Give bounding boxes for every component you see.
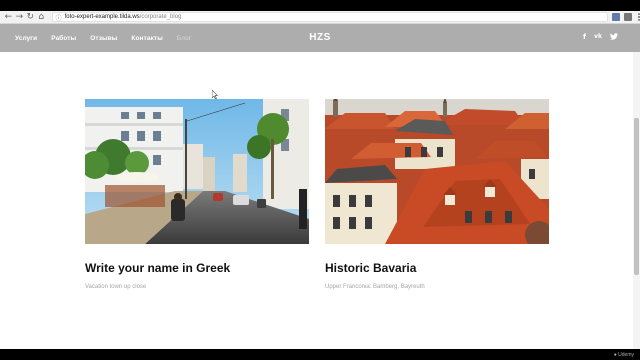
card-image-rooftops[interactable] bbox=[325, 99, 549, 244]
card-image-street[interactable] bbox=[85, 99, 309, 244]
scrollbar-thumb[interactable] bbox=[634, 118, 639, 275]
nav-link-works[interactable]: Работы bbox=[51, 35, 76, 42]
video-frame: ← → ↻ ⌂ ⓘ foto-expert-example.tilda.ws/c… bbox=[0, 0, 640, 360]
vk-icon[interactable]: vk bbox=[594, 33, 602, 42]
browser-toolbar: ← → ↻ ⌂ ⓘ foto-expert-example.tilda.ws/c… bbox=[0, 11, 640, 24]
twitter-icon[interactable] bbox=[610, 33, 618, 42]
extension-icon[interactable] bbox=[624, 13, 632, 21]
nav-link-services[interactable]: Услуги bbox=[15, 35, 37, 42]
browser-window: ← → ↻ ⌂ ⓘ foto-expert-example.tilda.ws/c… bbox=[0, 11, 640, 349]
card-description: Upper Franconia: Bamberg, Bayreuth bbox=[325, 284, 425, 290]
site-header: Услуги Работы Отзывы Контакты Блог HZS f… bbox=[0, 24, 640, 52]
mouse-cursor-icon bbox=[212, 90, 218, 99]
card-title[interactable]: Write your name in Greek bbox=[85, 261, 309, 275]
main-nav: Услуги Работы Отзывы Контакты Блог bbox=[15, 35, 205, 42]
translate-icon[interactable] bbox=[612, 13, 621, 21]
blog-card[interactable]: Historic Bavaria Upper Franconia: Bamber… bbox=[325, 99, 549, 290]
url-host: foto-expert-example.tilda.ws bbox=[64, 14, 140, 20]
facebook-icon[interactable]: f bbox=[583, 33, 586, 42]
blog-card[interactable]: Write your name in Greek Vacation town u… bbox=[85, 99, 309, 290]
back-icon[interactable]: ← bbox=[4, 12, 13, 23]
home-icon[interactable]: ⌂ bbox=[37, 12, 46, 23]
site-info-icon[interactable]: ⓘ bbox=[56, 13, 62, 22]
url-path: /corporate_blog bbox=[139, 14, 182, 20]
nav-link-blog[interactable]: Блог bbox=[177, 35, 191, 42]
udemy-watermark: ● Udemy bbox=[613, 352, 634, 358]
nav-link-reviews[interactable]: Отзывы bbox=[90, 35, 117, 42]
page-scrollbar[interactable] bbox=[633, 52, 640, 349]
reload-icon[interactable]: ↻ bbox=[26, 12, 35, 23]
card-title[interactable]: Historic Bavaria bbox=[325, 261, 549, 275]
social-links: f vk bbox=[575, 33, 618, 42]
card-description: Vacation town up close bbox=[85, 284, 147, 290]
nav-link-contacts[interactable]: Контакты bbox=[131, 35, 162, 42]
forward-icon[interactable]: → bbox=[15, 12, 24, 23]
address-bar[interactable]: ⓘ foto-expert-example.tilda.ws/corporate… bbox=[51, 12, 609, 22]
